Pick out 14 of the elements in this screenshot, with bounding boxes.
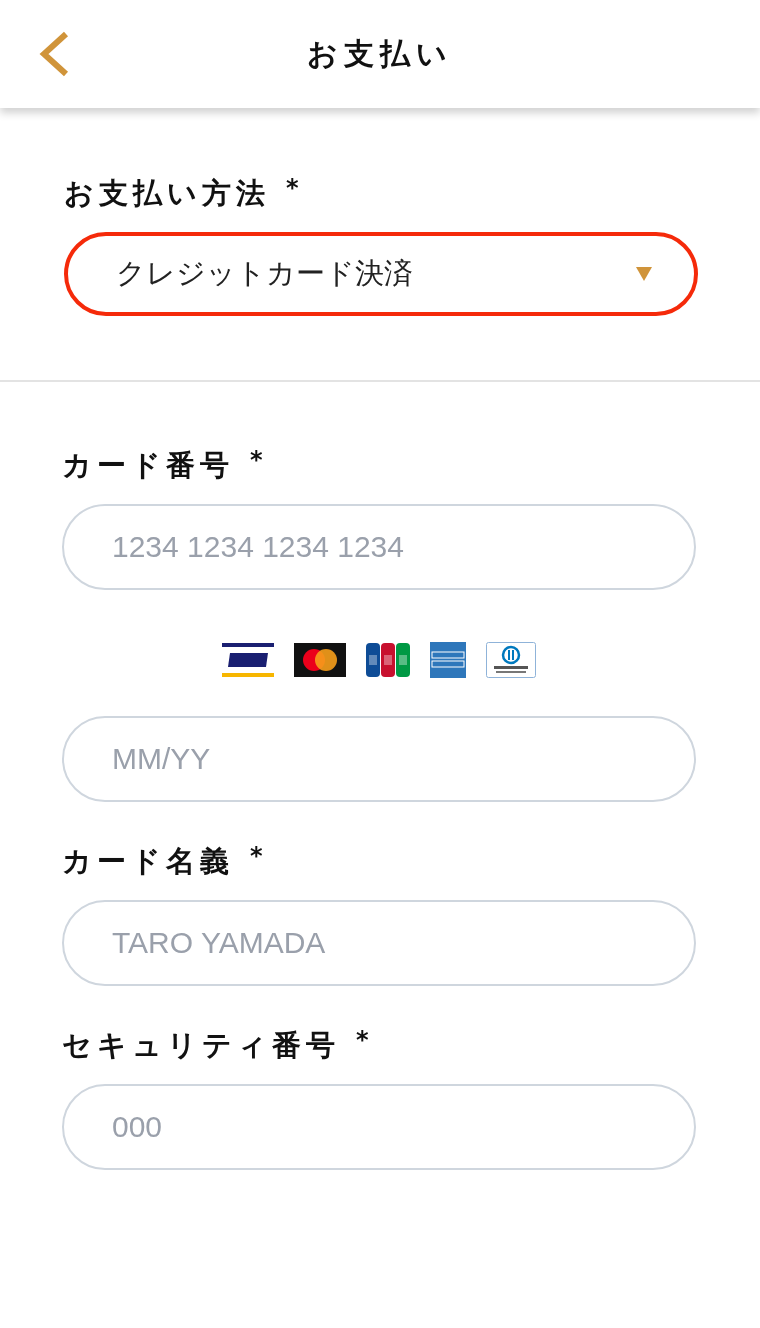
field-label: セキュリティ番号 xyxy=(62,1027,340,1064)
input-field[interactable]: TARO YAMADA xyxy=(62,900,696,986)
field-label: カード名義 xyxy=(62,843,234,880)
field-label: お支払い方法 xyxy=(64,175,270,212)
input-field[interactable]: MM/YY xyxy=(62,716,696,802)
required-mark: * xyxy=(250,446,263,474)
input-field[interactable]: 1234 1234 1234 1234 xyxy=(62,504,696,590)
page-title: お支払い xyxy=(307,34,453,73)
required-mark: * xyxy=(250,842,263,870)
field-label: カード番号 xyxy=(62,447,234,484)
required-mark: * xyxy=(286,174,299,202)
input-field[interactable]: 000 xyxy=(62,1084,696,1170)
payment-method-dropdown[interactable]: クレジットカード決済 xyxy=(64,232,698,316)
required-mark: * xyxy=(356,1026,369,1054)
